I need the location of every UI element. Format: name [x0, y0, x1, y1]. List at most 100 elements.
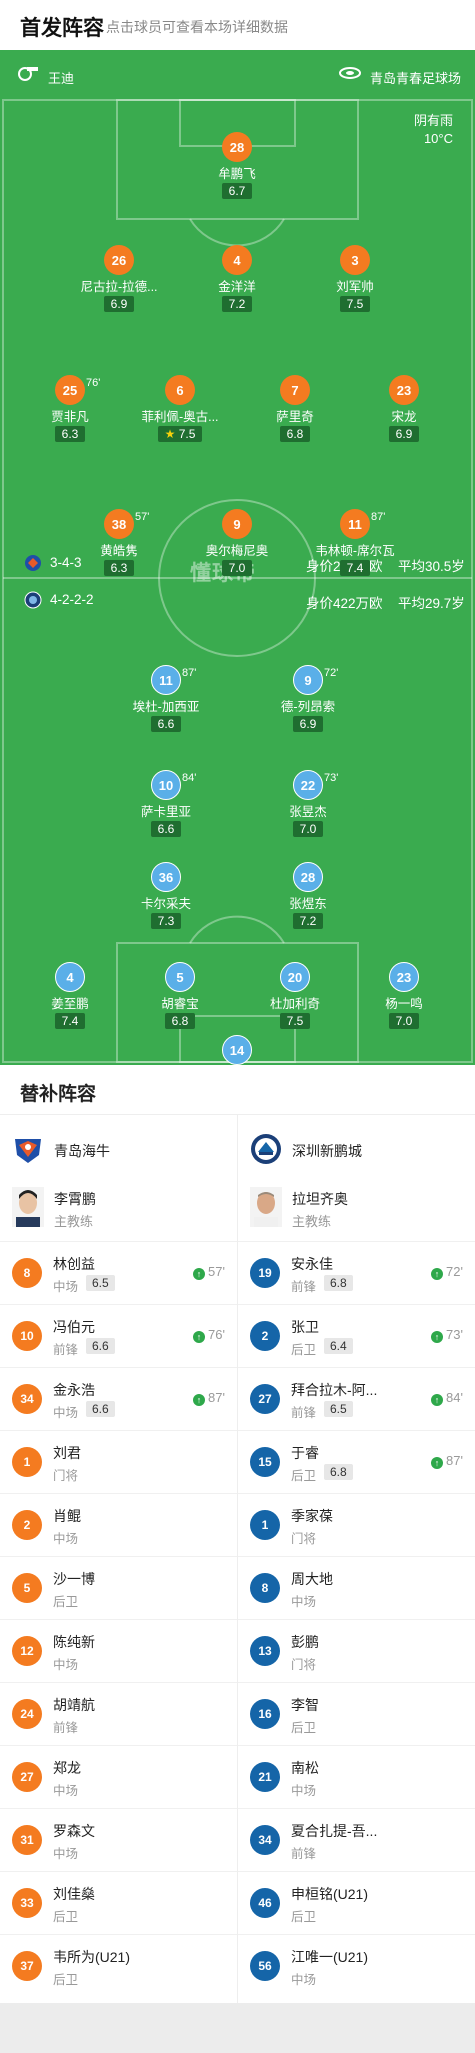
- away-player[interactable]: 23 杨一鸣 7.0: [349, 962, 459, 1030]
- sub-position: 中场: [53, 1406, 79, 1420]
- away-formation-row: 4-2-2-2 身价422万欧 平均29.7岁: [0, 590, 475, 611]
- home-player[interactable]: 11 87' 韦林顿-席尔瓦 7.4: [300, 509, 410, 577]
- away-player[interactable]: 5 胡睿宝 6.8: [125, 962, 235, 1030]
- referee-name: 王迪: [48, 71, 75, 86]
- away-player[interactable]: 14赵石6.3: [182, 1035, 292, 1065]
- home-sub-row[interactable]: 27 郑龙 中场: [0, 1745, 237, 1808]
- player-rating: 6.8: [279, 426, 311, 442]
- away-player[interactable]: 9 72' 德-列昂索 6.9: [253, 665, 363, 733]
- player-rating: 6.9: [292, 716, 324, 732]
- temperature-text: 10°C: [423, 131, 453, 146]
- away-sub-row[interactable]: 19 安永佳 前锋 6.8 ↑ 72': [238, 1241, 475, 1304]
- substitutes-header: 替补阵容: [0, 1065, 475, 1115]
- home-sub-row[interactable]: 10 冯伯元 前锋 6.6 ↑ 76': [0, 1304, 237, 1367]
- rating-value: 6.6: [157, 822, 175, 836]
- sub-name: 夏合扎提-吾...: [291, 1823, 378, 1839]
- sub-position: 中场: [53, 1280, 79, 1294]
- home-player[interactable]: 28 牟鹏飞 6.7: [182, 132, 292, 200]
- rating-value: 6.9: [395, 427, 413, 441]
- away-sub-row[interactable]: 2 张卫 后卫 6.4 ↑ 73': [238, 1304, 475, 1367]
- rating-value: 7.4: [346, 561, 364, 575]
- home-sub-row[interactable]: 24 胡靖航 前锋: [0, 1682, 237, 1745]
- player-number: 36: [151, 862, 181, 892]
- home-player[interactable]: 25 76' 贾非凡 6.3: [15, 375, 125, 443]
- home-sub-row[interactable]: 33 刘佳燊 后卫: [0, 1871, 237, 1934]
- home-player[interactable]: 23 宋龙 6.9: [349, 375, 459, 443]
- home-sub-row[interactable]: 31 罗森文 中场: [0, 1808, 237, 1871]
- sub-name: 安永佳: [291, 1256, 333, 1272]
- home-sub-row[interactable]: 34 金永浩 中场 6.6 ↑ 87': [0, 1367, 237, 1430]
- sub-name: 拜合拉木-阿...: [291, 1382, 378, 1398]
- away-player[interactable]: 36 卡尔采夫 7.3: [111, 862, 221, 930]
- player-name: 萨卡里亚: [140, 805, 191, 819]
- away-player[interactable]: 20 杜加利奇 7.5: [240, 962, 350, 1030]
- player-number: 4: [222, 245, 252, 275]
- away-sub-row[interactable]: 56 江唯一(U21) 中场: [238, 1934, 475, 1997]
- player-number: 4: [55, 962, 85, 992]
- sub-position: 门将: [53, 1469, 79, 1483]
- away-player[interactable]: 28 张煜东 7.2: [253, 862, 363, 930]
- sub-position: 前锋: [53, 1721, 79, 1735]
- away-team-line[interactable]: 深圳新鹏城: [250, 1133, 470, 1165]
- stadium-icon: [339, 67, 361, 79]
- sub-name: 南松: [291, 1760, 319, 1776]
- substitution-minute: 84': [182, 772, 197, 784]
- sub-position: 中场: [291, 1595, 317, 1609]
- sub-number: 46: [250, 1888, 280, 1918]
- lineup-subtitle: 点击球员可查看本场详细数据: [106, 19, 288, 35]
- home-player[interactable]: 38 57' 黄皓隽 6.3: [64, 509, 174, 577]
- sub-name: 胡靖航: [53, 1697, 95, 1713]
- away-sub-row[interactable]: 15 于睿 后卫 6.8 ↑ 87': [238, 1430, 475, 1493]
- player-number: 11: [340, 509, 370, 539]
- home-coach-role: 主教练: [54, 1214, 94, 1229]
- away-sub-row[interactable]: 16 李智 后卫: [238, 1682, 475, 1745]
- player-number: 23: [389, 962, 419, 992]
- away-sub-row[interactable]: 21 南松 中场: [238, 1745, 475, 1808]
- away-squad-value: 身价422万欧: [306, 596, 383, 611]
- sub-in-minute: ↑ 87': [193, 1390, 225, 1406]
- home-team-line[interactable]: 青岛海牛: [12, 1133, 232, 1165]
- player-number: 26: [104, 245, 134, 275]
- rating-value: 6.9: [110, 297, 128, 311]
- home-player[interactable]: 7 萨里奇 6.8: [240, 375, 350, 443]
- sub-in-minute-value: 87': [446, 1453, 463, 1468]
- away-sub-row[interactable]: 27 拜合拉木-阿... 前锋 6.5 ↑ 84': [238, 1367, 475, 1430]
- away-coach[interactable]: 拉坦齐奥 主教练: [250, 1185, 470, 1229]
- away-player[interactable]: 11 87' 埃杜-加西亚 6.6: [111, 665, 221, 733]
- sub-number: 56: [250, 1951, 280, 1981]
- rating-value: 7.3: [157, 914, 175, 928]
- away-player[interactable]: 22 73' 张昱杰 7.0: [253, 770, 363, 838]
- sub-position: 中场: [53, 1658, 79, 1672]
- home-sub-row[interactable]: 5 沙一博 后卫: [0, 1556, 237, 1619]
- away-sub-row[interactable]: 13 彭鹏 门将: [238, 1619, 475, 1682]
- sub-rating: 6.8: [324, 1275, 353, 1291]
- away-player[interactable]: 10 84' 萨卡里亚 6.6: [111, 770, 221, 838]
- home-sub-row[interactable]: 2 肖鲲 中场: [0, 1493, 237, 1556]
- away-sub-row[interactable]: 34 夏合扎提-吾... 前锋: [238, 1808, 475, 1871]
- whistle-icon: [18, 67, 38, 81]
- home-sub-row[interactable]: 1 刘君 门将: [0, 1430, 237, 1493]
- sub-name: 沙一博: [53, 1571, 95, 1587]
- sub-number: 2: [250, 1321, 280, 1351]
- player-rating: 7.3: [150, 913, 182, 929]
- substitution-minute: 87': [371, 511, 386, 523]
- away-sub-row[interactable]: 8 周大地 中场: [238, 1556, 475, 1619]
- substitution-minute: 87': [182, 667, 197, 679]
- rating-value: 7.5: [286, 1014, 304, 1028]
- away-sub-row[interactable]: 1 季家葆 门将: [238, 1493, 475, 1556]
- away-player[interactable]: 4 姜至鹏 7.4: [15, 962, 125, 1030]
- home-team-name: 青岛海牛: [54, 1143, 110, 1159]
- away-sub-row[interactable]: 46 申桓铭(U21) 后卫: [238, 1871, 475, 1934]
- home-sub-row[interactable]: 12 陈纯新 中场: [0, 1619, 237, 1682]
- home-player[interactable]: 26 尼古拉-拉德... 6.9: [64, 245, 174, 313]
- home-player[interactable]: 9 奥尔梅尼奥 7.0: [182, 509, 292, 577]
- player-number: 10: [151, 770, 181, 800]
- home-coach[interactable]: 李霄鹏 主教练: [12, 1185, 232, 1229]
- home-sub-row[interactable]: 8 林创益 中场 6.5 ↑ 57': [0, 1241, 237, 1304]
- home-player[interactable]: 4 金洋洋 7.2: [182, 245, 292, 313]
- home-player[interactable]: 6 菲利佩-奥古... ★ 7.5: [125, 375, 235, 443]
- sub-rating: 6.6: [86, 1338, 115, 1354]
- home-sub-row[interactable]: 37 韦所为(U21) 后卫: [0, 1934, 237, 1997]
- home-player[interactable]: 3 刘军帅 7.5: [300, 245, 410, 313]
- away-coach-avatar: [250, 1187, 282, 1227]
